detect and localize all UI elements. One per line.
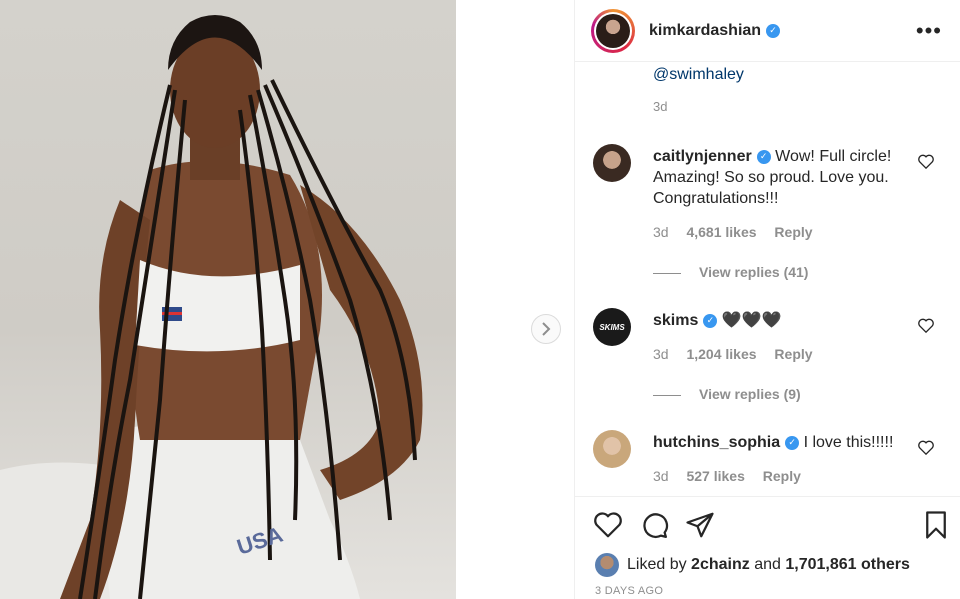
reply-button[interactable]: Reply [774,224,812,240]
comment-text-block: skims ✓ 🖤🖤🖤 [653,310,911,331]
caption-timestamp[interactable]: 3d [653,99,960,114]
commenter-username[interactable]: skims [653,312,698,329]
verified-badge-icon: ✓ [756,149,771,164]
caption-tail: @swimhaley 3d [575,65,960,114]
comment-meta: 3d 1,204 likes Reply [653,346,827,362]
post-photo[interactable]: USA [0,0,456,599]
commenter-username[interactable]: hutchins_sophia [653,434,780,451]
athlete-photo-illustration: USA [0,15,423,599]
heart-icon [918,440,934,455]
comment-bubble-icon[interactable] [639,510,669,540]
comment-meta: 3d 4,681 likes Reply [653,224,827,240]
heart-icon [918,318,934,333]
comment-text: 🖤🖤🖤 [721,312,782,329]
comment-timestamp[interactable]: 3d [653,224,669,240]
liker-avatar[interactable] [595,553,619,577]
comment-timestamp[interactable]: 3d [653,468,669,484]
replies-divider [653,272,681,274]
save-bookmark-icon[interactable] [921,510,951,540]
verified-badge-icon: ✓ [703,313,718,328]
comment-likes[interactable]: 1,204 likes [686,346,756,362]
author-avatar[interactable] [591,8,635,53]
liked-by-and: and [754,556,781,573]
view-replies-button[interactable]: View replies (9) [653,386,801,402]
liked-by-row: Liked by 2chainz and 1,701,861 others [595,553,910,577]
post-photo-area: USA [0,0,574,599]
replies-divider [653,394,681,396]
likes-count[interactable]: 1,701,861 others [785,556,910,574]
view-replies-label: View replies (41) [699,264,809,280]
comment-likes[interactable]: 527 likes [686,468,744,484]
heart-icon [918,154,934,169]
comments-list[interactable]: @swimhaley 3d caitlynjenner ✓ Wow! Full c… [575,62,960,494]
like-comment-button[interactable] [917,152,935,170]
comment-text-block: caitlynjenner ✓ Wow! Full circle! Amazing… [653,146,911,209]
liked-by-prefix: Liked by [627,556,687,573]
post-timestamp[interactable]: 3 DAYS AGO [595,585,663,597]
reply-button[interactable]: Reply [763,468,801,484]
next-photo-button[interactable] [531,314,561,344]
post-header: kimkardashian ✓ ••• [575,0,960,62]
view-replies-label: View replies (9) [699,386,801,402]
skims-logo-text: SKIMS [599,322,625,332]
more-options-icon[interactable]: ••• [916,19,942,42]
share-paper-plane-icon[interactable] [685,510,715,540]
post-sidebar: kimkardashian ✓ ••• @swimhaley 3d caitly… [574,0,960,599]
commenter-avatar[interactable] [593,144,631,182]
comment-text-block: hutchins_sophia ✓ I love this!!!!! [653,432,911,453]
caption-mention-link[interactable]: @swimhaley [653,65,960,85]
verified-badge-icon: ✓ [766,23,781,38]
chevron-right-icon [542,322,551,336]
post-actions: Liked by 2chainz and 1,701,861 others 3 … [575,496,960,599]
like-comment-button[interactable] [917,438,935,456]
reply-button[interactable]: Reply [774,346,812,362]
comment-text: I love this!!!!! [803,434,894,451]
like-comment-button[interactable] [917,316,935,334]
like-post-heart-icon[interactable] [593,510,623,540]
commenter-avatar[interactable]: SKIMS [593,308,631,346]
commenter-avatar[interactable] [593,430,631,468]
comment-timestamp[interactable]: 3d [653,346,669,362]
commenter-username[interactable]: caitlynjenner [653,148,752,165]
liker-username[interactable]: 2chainz [691,556,750,574]
comment-meta: 3d 527 likes Reply [653,468,815,484]
comment-likes[interactable]: 4,681 likes [686,224,756,240]
author-username[interactable]: kimkardashian [649,22,761,40]
view-replies-button[interactable]: View replies (41) [653,264,808,280]
verified-badge-icon: ✓ [785,435,800,450]
